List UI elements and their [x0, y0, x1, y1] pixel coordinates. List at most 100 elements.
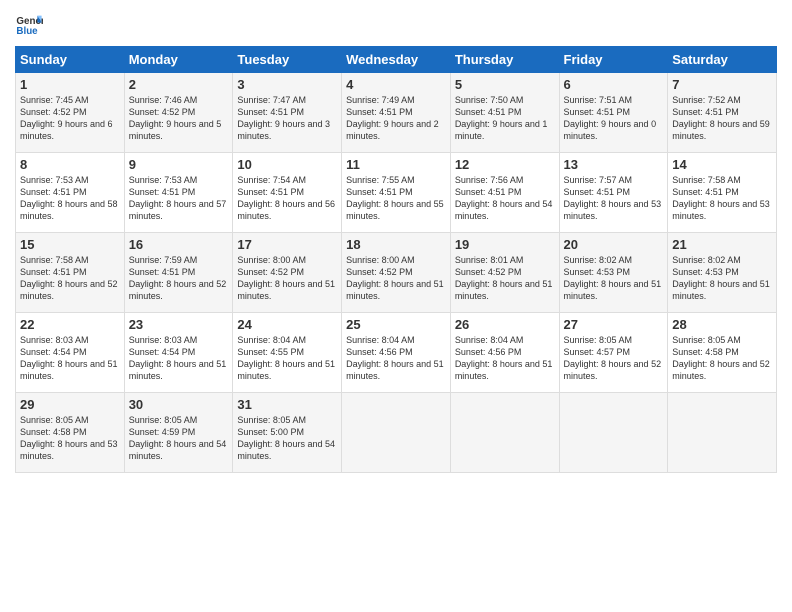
- daylight-label: Daylight: 8 hours and 51 minutes.: [237, 279, 335, 301]
- sunset-label: Sunset: 4:55 PM: [237, 347, 304, 357]
- calendar-cell: 10 Sunrise: 7:54 AM Sunset: 4:51 PM Dayl…: [233, 153, 342, 233]
- day-number: 29: [20, 397, 120, 412]
- cell-content: Sunrise: 7:58 AM Sunset: 4:51 PM Dayligh…: [20, 254, 120, 303]
- sunrise-label: Sunrise: 7:50 AM: [455, 95, 524, 105]
- cell-content: Sunrise: 7:46 AM Sunset: 4:52 PM Dayligh…: [129, 94, 229, 143]
- calendar-week-4: 22 Sunrise: 8:03 AM Sunset: 4:54 PM Dayl…: [16, 313, 777, 393]
- cell-content: Sunrise: 7:52 AM Sunset: 4:51 PM Dayligh…: [672, 94, 772, 143]
- cell-content: Sunrise: 7:53 AM Sunset: 4:51 PM Dayligh…: [129, 174, 229, 223]
- daylight-label: Daylight: 9 hours and 2 minutes.: [346, 119, 439, 141]
- col-header-friday: Friday: [559, 47, 668, 73]
- sunrise-label: Sunrise: 8:01 AM: [455, 255, 524, 265]
- sunrise-label: Sunrise: 8:00 AM: [346, 255, 415, 265]
- cell-content: Sunrise: 8:02 AM Sunset: 4:53 PM Dayligh…: [564, 254, 664, 303]
- sunset-label: Sunset: 4:52 PM: [129, 107, 196, 117]
- sunrise-label: Sunrise: 8:00 AM: [237, 255, 306, 265]
- daylight-label: Daylight: 8 hours and 51 minutes.: [564, 279, 662, 301]
- sunset-label: Sunset: 4:56 PM: [346, 347, 413, 357]
- sunset-label: Sunset: 4:53 PM: [564, 267, 631, 277]
- cell-content: Sunrise: 7:59 AM Sunset: 4:51 PM Dayligh…: [129, 254, 229, 303]
- cell-content: Sunrise: 8:02 AM Sunset: 4:53 PM Dayligh…: [672, 254, 772, 303]
- cell-content: Sunrise: 8:00 AM Sunset: 4:52 PM Dayligh…: [346, 254, 446, 303]
- sunset-label: Sunset: 4:52 PM: [20, 107, 87, 117]
- daylight-label: Daylight: 8 hours and 51 minutes.: [455, 359, 553, 381]
- calendar-cell: 8 Sunrise: 7:53 AM Sunset: 4:51 PM Dayli…: [16, 153, 125, 233]
- cell-content: Sunrise: 8:03 AM Sunset: 4:54 PM Dayligh…: [129, 334, 229, 383]
- sunrise-label: Sunrise: 8:05 AM: [237, 415, 306, 425]
- sunrise-label: Sunrise: 7:54 AM: [237, 175, 306, 185]
- calendar-header: SundayMondayTuesdayWednesdayThursdayFrid…: [16, 47, 777, 73]
- sunset-label: Sunset: 4:51 PM: [20, 267, 87, 277]
- day-number: 8: [20, 157, 120, 172]
- sunset-label: Sunset: 4:54 PM: [129, 347, 196, 357]
- sunset-label: Sunset: 4:51 PM: [129, 267, 196, 277]
- day-number: 14: [672, 157, 772, 172]
- sunrise-label: Sunrise: 7:57 AM: [564, 175, 633, 185]
- day-number: 22: [20, 317, 120, 332]
- daylight-label: Daylight: 9 hours and 6 minutes.: [20, 119, 113, 141]
- svg-text:Blue: Blue: [16, 26, 38, 37]
- col-header-sunday: Sunday: [16, 47, 125, 73]
- cell-content: Sunrise: 7:45 AM Sunset: 4:52 PM Dayligh…: [20, 94, 120, 143]
- sunset-label: Sunset: 4:51 PM: [672, 107, 739, 117]
- sunrise-label: Sunrise: 8:02 AM: [564, 255, 633, 265]
- sunrise-label: Sunrise: 7:52 AM: [672, 95, 741, 105]
- sunrise-label: Sunrise: 7:55 AM: [346, 175, 415, 185]
- cell-content: Sunrise: 8:03 AM Sunset: 4:54 PM Dayligh…: [20, 334, 120, 383]
- day-number: 11: [346, 157, 446, 172]
- col-header-saturday: Saturday: [668, 47, 777, 73]
- calendar-cell: 20 Sunrise: 8:02 AM Sunset: 4:53 PM Dayl…: [559, 233, 668, 313]
- calendar-cell: 18 Sunrise: 8:00 AM Sunset: 4:52 PM Dayl…: [342, 233, 451, 313]
- calendar-cell: 17 Sunrise: 8:00 AM Sunset: 4:52 PM Dayl…: [233, 233, 342, 313]
- sunset-label: Sunset: 4:51 PM: [129, 187, 196, 197]
- day-number: 16: [129, 237, 229, 252]
- day-number: 12: [455, 157, 555, 172]
- sunset-label: Sunset: 4:51 PM: [672, 187, 739, 197]
- day-number: 13: [564, 157, 664, 172]
- calendar-table: SundayMondayTuesdayWednesdayThursdayFrid…: [15, 46, 777, 473]
- day-number: 24: [237, 317, 337, 332]
- daylight-label: Daylight: 8 hours and 51 minutes.: [346, 279, 444, 301]
- sunrise-label: Sunrise: 7:53 AM: [20, 175, 89, 185]
- sunrise-label: Sunrise: 8:05 AM: [129, 415, 198, 425]
- calendar-cell: 1 Sunrise: 7:45 AM Sunset: 4:52 PM Dayli…: [16, 73, 125, 153]
- col-header-tuesday: Tuesday: [233, 47, 342, 73]
- sunrise-label: Sunrise: 7:59 AM: [129, 255, 198, 265]
- calendar-cell: 19 Sunrise: 8:01 AM Sunset: 4:52 PM Dayl…: [450, 233, 559, 313]
- sunset-label: Sunset: 4:52 PM: [346, 267, 413, 277]
- calendar-cell: 16 Sunrise: 7:59 AM Sunset: 4:51 PM Dayl…: [124, 233, 233, 313]
- sunrise-label: Sunrise: 7:47 AM: [237, 95, 306, 105]
- sunset-label: Sunset: 4:52 PM: [237, 267, 304, 277]
- cell-content: Sunrise: 7:51 AM Sunset: 4:51 PM Dayligh…: [564, 94, 664, 143]
- day-number: 20: [564, 237, 664, 252]
- calendar-cell: 14 Sunrise: 7:58 AM Sunset: 4:51 PM Dayl…: [668, 153, 777, 233]
- cell-content: Sunrise: 7:55 AM Sunset: 4:51 PM Dayligh…: [346, 174, 446, 223]
- calendar-cell: 25 Sunrise: 8:04 AM Sunset: 4:56 PM Dayl…: [342, 313, 451, 393]
- day-number: 19: [455, 237, 555, 252]
- cell-content: Sunrise: 7:58 AM Sunset: 4:51 PM Dayligh…: [672, 174, 772, 223]
- cell-content: Sunrise: 8:05 AM Sunset: 4:58 PM Dayligh…: [20, 414, 120, 463]
- col-header-monday: Monday: [124, 47, 233, 73]
- calendar-cell: 6 Sunrise: 7:51 AM Sunset: 4:51 PM Dayli…: [559, 73, 668, 153]
- day-number: 7: [672, 77, 772, 92]
- sunrise-label: Sunrise: 8:02 AM: [672, 255, 741, 265]
- day-number: 26: [455, 317, 555, 332]
- cell-content: Sunrise: 7:50 AM Sunset: 4:51 PM Dayligh…: [455, 94, 555, 143]
- col-header-wednesday: Wednesday: [342, 47, 451, 73]
- daylight-label: Daylight: 8 hours and 52 minutes.: [129, 279, 227, 301]
- cell-content: Sunrise: 8:04 AM Sunset: 4:55 PM Dayligh…: [237, 334, 337, 383]
- sunrise-label: Sunrise: 7:56 AM: [455, 175, 524, 185]
- calendar-cell: 30 Sunrise: 8:05 AM Sunset: 4:59 PM Dayl…: [124, 393, 233, 473]
- cell-content: Sunrise: 8:05 AM Sunset: 4:57 PM Dayligh…: [564, 334, 664, 383]
- daylight-label: Daylight: 8 hours and 54 minutes.: [455, 199, 553, 221]
- sunrise-label: Sunrise: 7:46 AM: [129, 95, 198, 105]
- day-number: 25: [346, 317, 446, 332]
- day-number: 6: [564, 77, 664, 92]
- day-number: 17: [237, 237, 337, 252]
- sunset-label: Sunset: 4:51 PM: [20, 187, 87, 197]
- day-number: 30: [129, 397, 229, 412]
- calendar-cell: 24 Sunrise: 8:04 AM Sunset: 4:55 PM Dayl…: [233, 313, 342, 393]
- calendar-cell: 5 Sunrise: 7:50 AM Sunset: 4:51 PM Dayli…: [450, 73, 559, 153]
- sunrise-label: Sunrise: 8:04 AM: [346, 335, 415, 345]
- daylight-label: Daylight: 8 hours and 51 minutes.: [129, 359, 227, 381]
